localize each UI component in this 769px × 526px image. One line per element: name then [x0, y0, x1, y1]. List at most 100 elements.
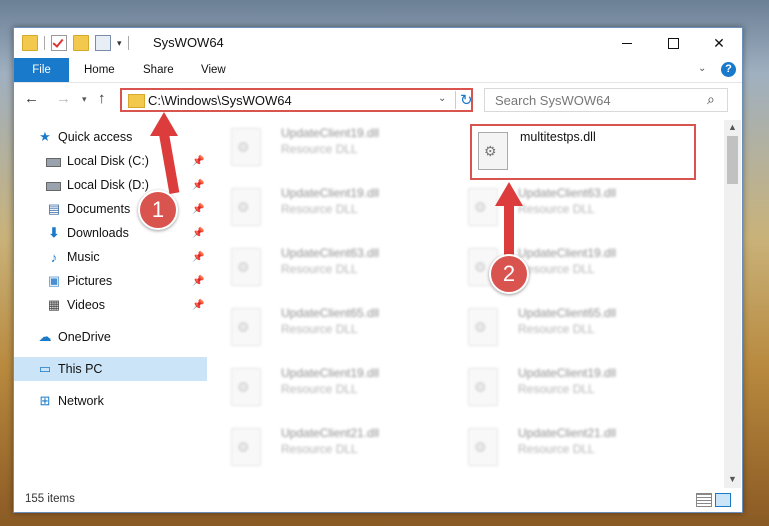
- documents-icon: ▤: [47, 201, 61, 216]
- file-name: UpdateClient19.dll: [281, 366, 380, 380]
- pin-icon[interactable]: 📌: [192, 252, 204, 263]
- expand-ribbon-chevron-icon[interactable]: ⌄: [698, 63, 706, 74]
- gear-icon: ⚙: [484, 143, 497, 159]
- back-arrow-icon[interactable]: ←: [24, 90, 39, 107]
- list-item[interactable]: ⚙ UpdateClient19.dll Resource DLL: [444, 240, 664, 290]
- sidebar-item-network[interactable]: ⊞ Network: [14, 389, 207, 413]
- refresh-icon[interactable]: ↻: [455, 91, 473, 109]
- videos-icon: ▦: [47, 297, 61, 312]
- sidebar-item-local-disk-c[interactable]: Local Disk (C:) 📌: [14, 149, 207, 173]
- pin-icon[interactable]: 📌: [192, 228, 204, 239]
- highlighted-file-item[interactable]: ⚙ multitestps.dll: [470, 124, 696, 180]
- pin-icon[interactable]: 📌: [192, 180, 204, 191]
- annotation-arrow-head: [150, 112, 178, 136]
- pictures-icon: ▣: [47, 273, 61, 288]
- search-icon[interactable]: ⌕: [707, 91, 715, 108]
- dll-file-icon: ⚙: [231, 128, 261, 166]
- pin-icon[interactable]: 📌: [192, 276, 204, 287]
- explorer-window: ▾ SysWOW64 ✕ File Home Share View ⌄ ? ← …: [13, 27, 743, 513]
- list-item[interactable]: ⚙ UpdateClient19.dll Resource DLL: [444, 360, 664, 410]
- sidebar-item-videos[interactable]: ▦ Videos 📌: [14, 293, 207, 317]
- file-type: Resource DLL: [518, 442, 595, 456]
- annotation-arrow-shaft: [504, 204, 514, 256]
- file-type: Resource DLL: [281, 442, 358, 456]
- pin-icon[interactable]: 📌: [192, 156, 204, 167]
- list-item[interactable]: ⚙ UpdateClient19.dll Resource DLL: [207, 360, 427, 410]
- close-button[interactable]: ✕: [696, 28, 742, 58]
- file-name: UpdateClient19.dll: [518, 366, 617, 380]
- drive-icon: [46, 182, 61, 191]
- forward-arrow-icon[interactable]: →: [56, 90, 71, 107]
- list-item[interactable]: ⚙ UpdateClient63.dll Resource DLL: [207, 240, 427, 290]
- gear-icon: ⚙: [474, 379, 487, 395]
- dll-file-icon: ⚙: [231, 308, 261, 346]
- recent-locations-chevron-icon[interactable]: ▾: [82, 94, 87, 105]
- gear-icon: ⚙: [474, 259, 487, 275]
- gear-icon: ⚙: [474, 319, 487, 335]
- list-item[interactable]: ⚙ UpdateClient65.dll Resource DLL: [207, 300, 427, 350]
- rename-icon[interactable]: [95, 35, 111, 51]
- tab-home[interactable]: Home: [84, 58, 115, 82]
- address-dropdown-chevron-icon[interactable]: ⌄: [438, 93, 446, 104]
- pin-icon[interactable]: 📌: [192, 300, 204, 311]
- list-item[interactable]: ⚙ UpdateClient19.dll Resource DLL: [207, 120, 427, 170]
- maximize-button[interactable]: [650, 28, 696, 58]
- annotation-step-2: 2: [489, 254, 529, 294]
- dll-file-icon: ⚙: [468, 428, 498, 466]
- tab-share[interactable]: Share: [143, 58, 174, 82]
- drive-icon: [46, 158, 61, 167]
- gear-icon: ⚙: [237, 379, 250, 395]
- scroll-up-arrow-icon[interactable]: ▲: [728, 122, 737, 132]
- gear-icon: ⚙: [237, 199, 250, 215]
- scroll-down-arrow-icon[interactable]: ▼: [728, 474, 737, 484]
- sidebar-item-downloads[interactable]: ⬇ Downloads 📌: [14, 221, 207, 245]
- folder-icon[interactable]: [22, 35, 38, 51]
- title-bar: ▾ SysWOW64 ✕: [14, 28, 742, 58]
- gear-icon: ⚙: [237, 439, 250, 455]
- maximize-icon: [667, 37, 679, 49]
- file-name: UpdateClient21.dll: [518, 426, 617, 440]
- file-type: Resource DLL: [518, 262, 595, 276]
- gear-icon: ⚙: [474, 439, 487, 455]
- sidebar-item-onedrive[interactable]: ☁ OneDrive: [14, 325, 207, 349]
- list-item[interactable]: ⚙ UpdateClient21.dll Resource DLL: [444, 420, 664, 470]
- sidebar-item-this-pc[interactable]: ▭ This PC: [14, 357, 207, 381]
- list-item[interactable]: ⚙ UpdateClient63.dll Resource DLL: [444, 180, 664, 230]
- list-item[interactable]: ⚙ UpdateClient65.dll Resource DLL: [444, 300, 664, 350]
- sidebar-item-quick-access[interactable]: ★ Quick access: [14, 125, 207, 149]
- up-arrow-icon[interactable]: ↑: [98, 90, 106, 107]
- file-name: UpdateClient19.dll: [281, 186, 380, 200]
- search-input[interactable]: Search SysWOW64 ⌕: [484, 88, 728, 112]
- minimize-button[interactable]: [604, 28, 650, 58]
- file-type: Resource DLL: [518, 382, 595, 396]
- minimize-icon: [622, 42, 632, 44]
- status-bar: 155 items: [14, 488, 742, 512]
- vertical-scrollbar[interactable]: ▲ ▼: [724, 120, 741, 488]
- sidebar-item-music[interactable]: ♪ Music 📌: [14, 245, 207, 269]
- music-icon: ♪: [50, 249, 58, 265]
- large-icons-view-icon[interactable]: [715, 493, 731, 507]
- quick-access-toolbar: ▾: [22, 35, 129, 51]
- download-icon: ⬇: [48, 225, 60, 240]
- address-path[interactable]: C:\Windows\SysWOW64: [148, 93, 292, 108]
- tab-view[interactable]: View: [201, 58, 226, 82]
- file-name: UpdateClient21.dll: [281, 426, 380, 440]
- address-bar[interactable]: C:\Windows\SysWOW64 ⌄ ↻: [120, 88, 473, 112]
- customize-toolbar-chevron-icon[interactable]: ▾: [117, 38, 122, 49]
- new-folder-icon[interactable]: [73, 35, 89, 51]
- list-item[interactable]: ⚙ UpdateClient19.dll Resource DLL: [207, 180, 427, 230]
- pin-icon[interactable]: 📌: [192, 204, 204, 215]
- list-item[interactable]: ⚙ UpdateClient21.dll Resource DLL: [207, 420, 427, 470]
- help-icon[interactable]: ?: [721, 62, 736, 77]
- sidebar-item-pictures[interactable]: ▣ Pictures 📌: [14, 269, 207, 293]
- properties-check-icon[interactable]: [51, 35, 67, 51]
- sidebar-item-documents[interactable]: ▤ Documents 📌: [14, 197, 207, 221]
- item-count: 155 items: [25, 493, 75, 505]
- tab-file[interactable]: File: [14, 58, 69, 82]
- scrollbar-thumb[interactable]: [727, 136, 738, 184]
- dll-file-icon: ⚙: [468, 308, 498, 346]
- file-type: Resource DLL: [281, 142, 358, 156]
- computer-icon: ▭: [38, 361, 52, 376]
- details-view-icon[interactable]: [696, 493, 712, 507]
- gear-icon: ⚙: [237, 319, 250, 335]
